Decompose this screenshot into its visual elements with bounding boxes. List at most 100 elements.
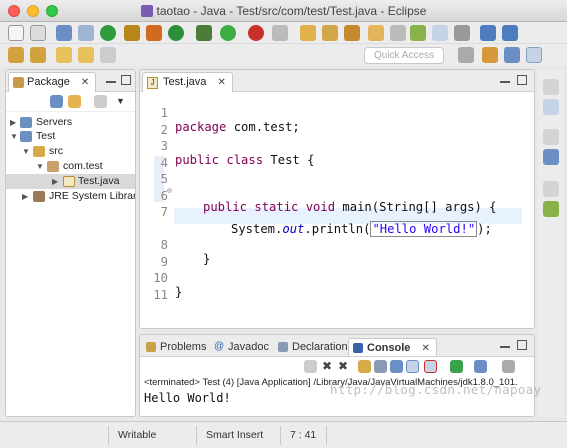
open-console-icon[interactable]	[474, 360, 487, 373]
new-java-project-icon[interactable]	[300, 25, 316, 41]
skip-breakpoints-icon[interactable]	[100, 25, 116, 41]
code-line-current: System.out.println("Hello World!");	[140, 208, 534, 237]
package-icon	[47, 161, 59, 172]
paragraph-icon[interactable]	[502, 25, 518, 41]
maximize-view-icon[interactable]	[517, 75, 527, 85]
terminate-icon[interactable]	[304, 360, 317, 373]
back-icon[interactable]	[78, 47, 94, 63]
remove-all-launches-icon[interactable]: ✖	[338, 360, 351, 373]
view-menu-icon[interactable]: ▼	[116, 96, 126, 106]
save-all-icon[interactable]	[78, 25, 94, 41]
writable-status: Writable	[118, 429, 157, 441]
task-list-icon[interactable]	[543, 149, 559, 165]
display-console-icon[interactable]	[450, 360, 463, 373]
link-with-editor-icon[interactable]	[68, 95, 81, 108]
quick-access-input[interactable]: Quick Access	[364, 47, 444, 64]
last-edit-icon[interactable]	[56, 47, 72, 63]
chevron-right-icon[interactable]: ▶	[10, 115, 20, 130]
restore-icon[interactable]	[543, 129, 559, 145]
package-explorer: Package ✕ ▼ ▶ Servers ▼ Test ▼ src ▼ com…	[5, 69, 136, 417]
chevron-right-icon[interactable]: ▶	[22, 189, 32, 204]
status-separator	[196, 426, 197, 445]
close-icon[interactable]: ✕	[217, 77, 225, 88]
tree-item-label: src	[49, 145, 63, 157]
chevron-down-icon[interactable]: ▼	[10, 129, 20, 144]
debug-perspective-icon[interactable]	[526, 47, 542, 63]
chevron-right-icon[interactable]: ▶	[52, 174, 62, 189]
outline-view-icon[interactable]	[543, 99, 559, 115]
prev-annotation-icon[interactable]	[30, 47, 46, 63]
code-line: 8 }	[140, 224, 534, 266]
tab-console[interactable]: Console ✕	[348, 338, 437, 356]
code-area[interactable]: 1 package com.test; 2 3 public class Tes…	[140, 92, 534, 328]
build-icon[interactable]	[124, 25, 140, 41]
search-icon[interactable]	[344, 25, 360, 41]
tree-item-servers[interactable]: ▶ Servers	[6, 115, 135, 130]
next-annotation-icon[interactable]	[8, 47, 24, 63]
run-external-icon[interactable]	[248, 25, 264, 41]
tree-item-test-project[interactable]: ▼ Test	[6, 129, 135, 144]
run-icon[interactable]	[220, 25, 236, 41]
package-explorer-tabbar: Package ✕	[6, 70, 135, 92]
java-perspective-icon[interactable]	[504, 47, 520, 63]
cursor-position-status: 7 : 41	[290, 429, 317, 441]
coverage-icon[interactable]	[168, 25, 184, 41]
chevron-down-icon[interactable]: ▼	[22, 144, 32, 159]
scroll-lock-icon[interactable]	[358, 360, 371, 373]
console-output[interactable]: Hello World!	[144, 391, 231, 405]
tab-declaration[interactable]: Declaration	[274, 338, 354, 356]
project-icon	[20, 131, 32, 142]
tab-test-java[interactable]: J Test.java ✕	[142, 72, 233, 92]
show-whitespace-icon[interactable]	[454, 25, 470, 41]
minimize-view-icon[interactable]	[106, 81, 116, 83]
tree-item-src[interactable]: ▼ src	[6, 144, 135, 159]
open-perspective-icon[interactable]	[458, 47, 474, 63]
code-line: 6	[140, 175, 534, 203]
new-console-icon[interactable]	[502, 360, 515, 373]
maximize-view-icon[interactable]	[121, 75, 131, 85]
stop-icon[interactable]	[272, 25, 288, 41]
save-icon[interactable]	[56, 25, 72, 41]
open-type-icon[interactable]	[322, 25, 338, 41]
word-wrap-icon[interactable]	[374, 360, 387, 373]
show-nav-icon[interactable]	[480, 25, 496, 41]
maximize-view-icon[interactable]	[517, 340, 527, 350]
eclipse-workspace-icon	[140, 5, 153, 17]
new-file-icon[interactable]	[8, 25, 24, 41]
mark-occurrences-icon[interactable]	[410, 25, 426, 41]
focus-icon[interactable]	[94, 95, 107, 108]
chevron-down-icon[interactable]: ▼	[36, 159, 46, 174]
tab-problems[interactable]: Problems	[142, 338, 212, 356]
tab-label: Console	[367, 342, 411, 354]
open-task-icon[interactable]	[368, 25, 384, 41]
new-dropdown-icon[interactable]	[30, 25, 46, 41]
show-on-error-icon[interactable]	[424, 360, 437, 373]
minimize-view-icon[interactable]	[500, 346, 510, 348]
minimize-view-icon[interactable]	[500, 81, 510, 83]
tab-javadoc[interactable]: @ Javadoc	[210, 338, 275, 356]
block-selection-icon[interactable]	[432, 25, 448, 41]
close-icon[interactable]: ✕	[81, 77, 89, 88]
watermark: http://blog.csdn.net/napoay	[330, 382, 542, 397]
pin-console-icon[interactable]	[406, 360, 419, 373]
remove-launch-icon[interactable]: ✖	[322, 360, 335, 373]
toggle-mark-icon[interactable]	[146, 25, 162, 41]
collapse-all-icon[interactable]	[50, 95, 63, 108]
debug-icon[interactable]	[196, 25, 212, 41]
tab-label: Javadoc	[228, 341, 269, 353]
close-icon[interactable]: ✕	[421, 343, 429, 354]
tree-item-test-java[interactable]: ▶ Test.java	[6, 174, 135, 189]
clear-console-icon[interactable]	[390, 360, 403, 373]
restore-icon[interactable]	[543, 181, 559, 197]
toggle-edit-icon[interactable]	[390, 25, 406, 41]
forward-icon[interactable]	[100, 47, 116, 63]
restore-icon[interactable]	[543, 79, 559, 95]
tree-item-jre[interactable]: ▶ JRE System Librar	[6, 189, 135, 204]
java-ee-perspective-icon[interactable]	[482, 47, 498, 63]
tab-package-explorer[interactable]: Package ✕	[8, 72, 97, 92]
mylyn-icon[interactable]	[543, 201, 559, 217]
tree-item-package[interactable]: ▼ com.test	[6, 159, 135, 174]
main-toolbar	[0, 22, 567, 44]
right-trim-bar	[538, 69, 564, 417]
code-line: 10 }	[140, 257, 534, 299]
